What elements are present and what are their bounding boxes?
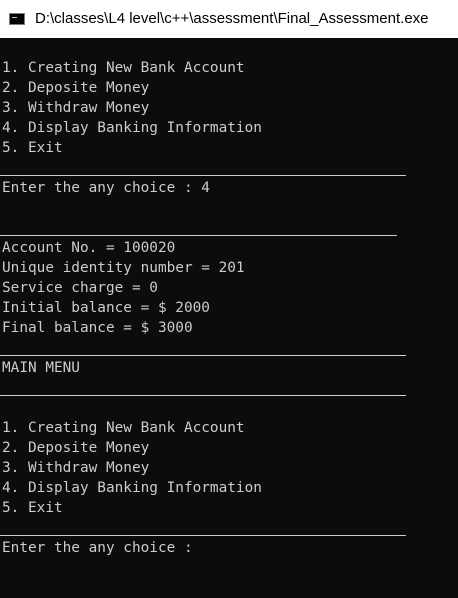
main-menu-label: MAIN MENU — [2, 360, 80, 376]
choice-prompt: Enter the any choice : 4 — [2, 180, 210, 196]
separator-line — [0, 235, 397, 236]
separator-line — [0, 535, 406, 536]
menu-item-withdraw: 3. Withdraw Money — [2, 100, 150, 116]
separator-line — [0, 175, 406, 176]
menu-item-create-account: 1. Creating New Bank Account — [2, 420, 245, 436]
menu-item-display-info: 4. Display Banking Information — [2, 120, 262, 136]
final-balance: Final balance = $ 3000 — [2, 320, 193, 336]
menu-item-withdraw: 3. Withdraw Money — [2, 460, 150, 476]
initial-balance: Initial balance = $ 2000 — [2, 300, 210, 316]
menu-item-exit: 5. Exit — [2, 140, 63, 156]
menu-item-deposit: 2. Deposite Money — [2, 440, 150, 456]
menu-item-create-account: 1. Creating New Bank Account — [2, 60, 245, 76]
separator-line — [0, 355, 406, 356]
console-output[interactable]: 1. Creating New Bank Account 2. Deposite… — [0, 38, 458, 598]
service-charge: Service charge = 0 — [2, 280, 158, 296]
console-app-icon — [9, 13, 25, 25]
window-title: D:\classes\L4 level\c++\assessment\Final… — [35, 10, 429, 27]
title-bar: D:\classes\L4 level\c++\assessment\Final… — [0, 0, 458, 38]
choice-prompt-input[interactable]: Enter the any choice : — [2, 538, 193, 558]
unique-identity-number: Unique identity number = 201 — [2, 260, 245, 276]
account-number: Account No. = 100020 — [2, 240, 176, 256]
menu-item-exit: 5. Exit — [2, 500, 63, 516]
separator-line — [0, 395, 406, 396]
menu-item-display-info: 4. Display Banking Information — [2, 480, 262, 496]
menu-item-deposit: 2. Deposite Money — [2, 80, 150, 96]
